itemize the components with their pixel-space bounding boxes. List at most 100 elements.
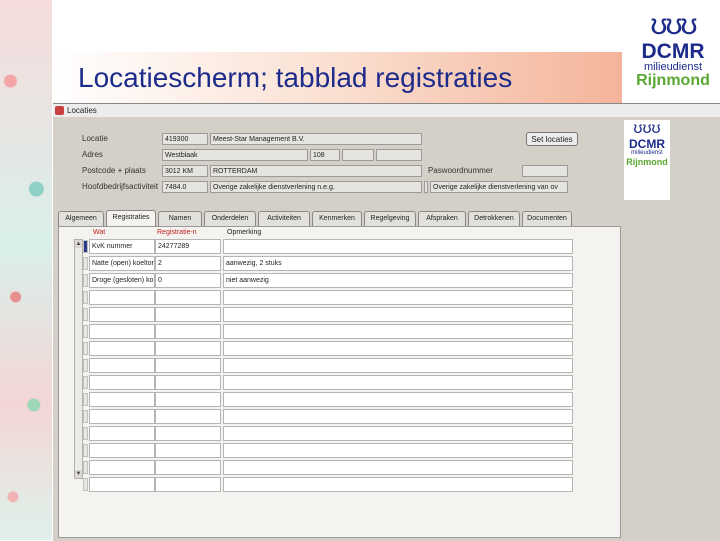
table-cell[interactable] xyxy=(155,426,221,441)
table-cell[interactable] xyxy=(155,460,221,475)
table-cell[interactable] xyxy=(155,443,221,458)
table-cell[interactable] xyxy=(89,443,155,458)
field-locatie-name[interactable]: Meest-Star Management B.V. xyxy=(210,133,422,145)
field-right-desc[interactable]: Overige zakelijke dienstverlening van ov xyxy=(430,181,568,193)
set-locaties-button[interactable]: Set locaties xyxy=(526,132,578,146)
table-cell[interactable] xyxy=(155,290,221,305)
field-adres-number[interactable]: 108 xyxy=(310,149,340,161)
table-cell[interactable] xyxy=(89,341,155,356)
table-row[interactable] xyxy=(89,307,605,322)
table-cell[interactable] xyxy=(89,392,155,407)
table-row[interactable] xyxy=(89,460,605,475)
table-cell[interactable] xyxy=(89,426,155,441)
table-cell[interactable] xyxy=(223,341,573,356)
table-cell[interactable] xyxy=(155,324,221,339)
table-cell[interactable] xyxy=(223,290,573,305)
tab-activiteiten[interactable]: Activiteiten xyxy=(258,211,310,226)
table-row[interactable] xyxy=(89,477,605,492)
table-cell[interactable] xyxy=(89,477,155,492)
table-cell[interactable] xyxy=(155,477,221,492)
table-cell[interactable] xyxy=(155,409,221,424)
table-row[interactable] xyxy=(89,324,605,339)
row-indicator[interactable] xyxy=(83,461,88,474)
table-cell[interactable] xyxy=(89,290,155,305)
row-indicator[interactable] xyxy=(83,427,88,440)
table-cell[interactable] xyxy=(223,392,573,407)
field-postcode[interactable]: 3012 KM xyxy=(162,165,208,177)
tab-algemeen[interactable]: Algemeen xyxy=(58,211,104,226)
table-cell[interactable] xyxy=(89,375,155,390)
table-cell[interactable] xyxy=(89,307,155,322)
field-adres-extra1[interactable] xyxy=(342,149,374,161)
field-adres-street[interactable]: Westblaak xyxy=(162,149,308,161)
row-indicator[interactable] xyxy=(83,478,88,491)
table-row[interactable]: KvK nummer 24277289 xyxy=(89,239,605,254)
row-indicator[interactable] xyxy=(83,410,88,423)
table-row[interactable]: Natte (open) koeltor 2 aanwezig, 2 stuks xyxy=(89,256,605,271)
table-row[interactable] xyxy=(89,341,605,356)
table-cell[interactable] xyxy=(223,307,573,322)
row-indicator[interactable] xyxy=(83,444,88,457)
field-plaats[interactable]: ROTTERDAM xyxy=(210,165,422,177)
table-cell[interactable] xyxy=(89,460,155,475)
table-cell[interactable] xyxy=(89,324,155,339)
table-cell[interactable] xyxy=(223,477,573,492)
table-cell[interactable]: aanwezig, 2 stuks xyxy=(223,256,573,271)
tab-namen[interactable]: Namen xyxy=(158,211,202,226)
table-cell[interactable] xyxy=(223,239,573,254)
tab-regelgeving[interactable]: Regelgeving xyxy=(364,211,416,226)
scroll-up-icon[interactable]: ▲ xyxy=(75,240,82,248)
table-row[interactable]: Droge (gesloten) ko 0 niet aanwezig xyxy=(89,273,605,288)
table-row[interactable] xyxy=(89,375,605,390)
field-paswoord[interactable] xyxy=(522,165,568,177)
table-cell[interactable] xyxy=(155,358,221,373)
vertical-scrollbar[interactable]: ▲ ▼ xyxy=(74,239,83,479)
field-adres-extra2[interactable] xyxy=(376,149,422,161)
tab-kenmerken[interactable]: Kenmerken xyxy=(312,211,362,226)
table-cell[interactable] xyxy=(89,358,155,373)
row-indicator[interactable] xyxy=(83,393,88,406)
tab-onderdelen[interactable]: Onderdelen xyxy=(204,211,256,226)
table-cell[interactable]: Natte (open) koeltor xyxy=(89,256,155,271)
table-cell[interactable] xyxy=(155,307,221,322)
table-cell[interactable] xyxy=(223,426,573,441)
field-locatie-code[interactable]: 419300 xyxy=(162,133,208,145)
table-cell[interactable] xyxy=(155,375,221,390)
row-indicator[interactable] xyxy=(83,359,88,372)
tab-documenten[interactable]: Documenten xyxy=(522,211,572,226)
row-indicator[interactable] xyxy=(83,325,88,338)
table-row[interactable] xyxy=(89,358,605,373)
table-cell[interactable] xyxy=(89,409,155,424)
table-cell[interactable] xyxy=(223,409,573,424)
field-sbi-code[interactable]: 7484.0 xyxy=(162,181,208,193)
field-blank[interactable] xyxy=(424,181,428,193)
field-sbi-desc[interactable]: Overige zakelijke dienstverlening n.e.g. xyxy=(210,181,422,193)
table-cell[interactable]: 24277289 xyxy=(155,239,221,254)
row-indicator[interactable] xyxy=(83,342,88,355)
table-cell[interactable]: niet aanwezig xyxy=(223,273,573,288)
table-cell[interactable] xyxy=(155,341,221,356)
table-cell[interactable]: 2 xyxy=(155,256,221,271)
table-row[interactable] xyxy=(89,409,605,424)
row-indicator[interactable] xyxy=(83,274,88,287)
tab-detrokkenen[interactable]: Detrokkenen xyxy=(468,211,520,226)
table-cell[interactable] xyxy=(223,358,573,373)
tab-registraties[interactable]: Registraties xyxy=(106,210,156,226)
table-cell[interactable] xyxy=(223,375,573,390)
tab-afspraken[interactable]: Afspraken xyxy=(418,211,466,226)
table-cell[interactable] xyxy=(223,460,573,475)
table-cell[interactable]: KvK nummer xyxy=(89,239,155,254)
row-indicator[interactable] xyxy=(83,308,88,321)
table-row[interactable] xyxy=(89,290,605,305)
scroll-down-icon[interactable]: ▼ xyxy=(75,470,82,478)
table-row[interactable] xyxy=(89,426,605,441)
table-cell[interactable] xyxy=(155,392,221,407)
table-row[interactable] xyxy=(89,392,605,407)
table-cell[interactable]: 0 xyxy=(155,273,221,288)
table-cell[interactable] xyxy=(223,324,573,339)
table-cell[interactable]: Droge (gesloten) ko xyxy=(89,273,155,288)
table-row[interactable] xyxy=(89,443,605,458)
table-cell[interactable] xyxy=(223,443,573,458)
row-indicator[interactable] xyxy=(83,240,88,253)
row-indicator[interactable] xyxy=(83,291,88,304)
